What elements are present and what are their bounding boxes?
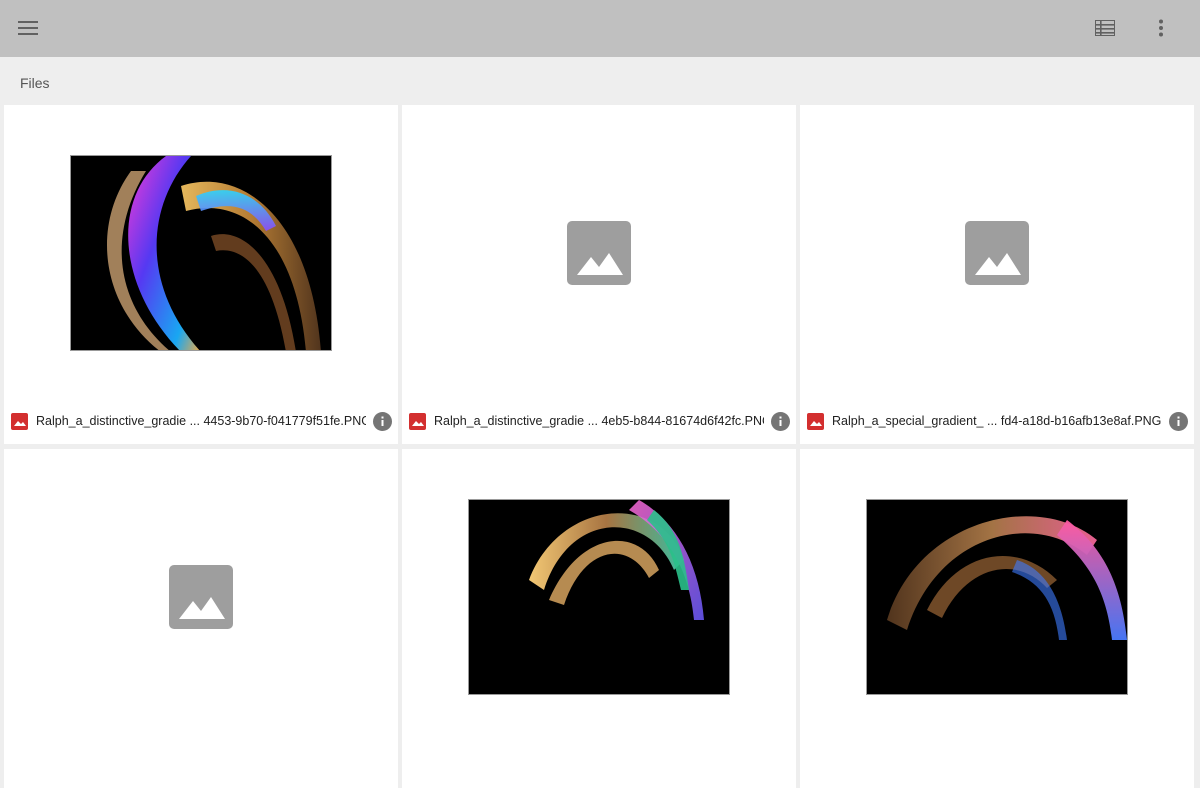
file-card[interactable]: [402, 449, 796, 788]
file-card[interactable]: [800, 449, 1194, 788]
file-footer: Ralph_a_special_gradient_ ... fd4-a18d-b…: [800, 409, 1194, 435]
file-card[interactable]: Ralph_a_special_gradient_ ... fd4-a18d-b…: [800, 105, 1194, 444]
image-thumbnail: [70, 155, 332, 351]
image-placeholder-icon: [169, 565, 233, 629]
file-name: Ralph_a_distinctive_gradie ... 4eb5-b844…: [434, 414, 764, 428]
thumbnail-area: [402, 105, 796, 401]
image-placeholder-icon: [965, 221, 1029, 285]
image-thumbnail: [866, 499, 1128, 695]
thumbnail-area: [402, 449, 796, 745]
file-footer: Ralph_a_distinctive_gradie ... 4453-9b70…: [4, 409, 398, 435]
thumbnail-area: [800, 105, 1194, 401]
thumbnail-area: [4, 449, 398, 745]
thumbnail-area: [800, 449, 1194, 745]
file-name: Ralph_a_special_gradient_ ... fd4-a18d-b…: [832, 414, 1162, 428]
thumbnail-area: [4, 105, 398, 401]
file-grid: Ralph_a_distinctive_gradie ... 4453-9b70…: [0, 0, 1200, 788]
image-file-icon: [807, 413, 824, 430]
image-file-icon: [11, 413, 28, 430]
image-file-icon: [409, 413, 426, 430]
image-placeholder-icon: [567, 221, 631, 285]
info-icon[interactable]: [770, 411, 791, 432]
info-icon[interactable]: [372, 411, 393, 432]
file-card[interactable]: Ralph_a_distinctive_gradie ... 4eb5-b844…: [402, 105, 796, 444]
file-footer: Ralph_a_distinctive_gradie ... 4eb5-b844…: [402, 409, 796, 435]
image-thumbnail: [468, 499, 730, 695]
file-name: Ralph_a_distinctive_gradie ... 4453-9b70…: [36, 414, 366, 428]
file-card[interactable]: [4, 449, 398, 788]
file-card[interactable]: Ralph_a_distinctive_gradie ... 4453-9b70…: [4, 105, 398, 444]
info-icon[interactable]: [1168, 411, 1189, 432]
